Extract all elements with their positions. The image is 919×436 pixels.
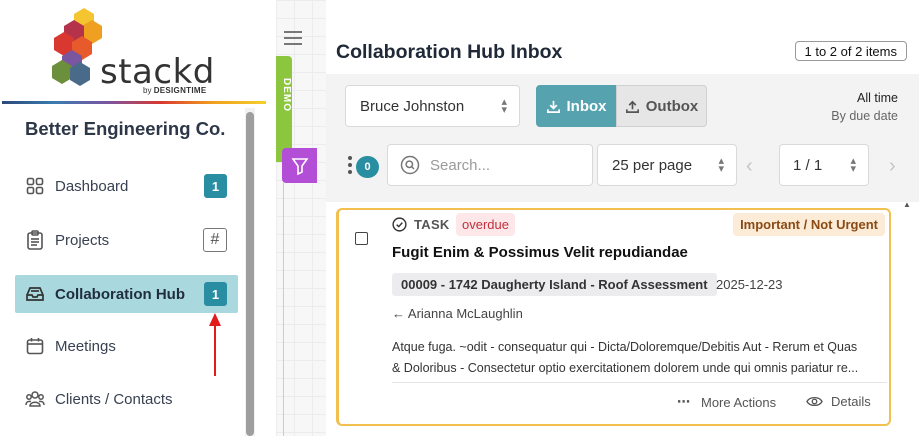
task-type: TASK bbox=[392, 217, 450, 232]
grid-icon bbox=[25, 176, 45, 196]
sidebar-scrollbar-thumb[interactable] bbox=[246, 112, 254, 436]
per-page-select[interactable]: 25 per page ▴ ▾ bbox=[597, 144, 737, 186]
outbox-button[interactable]: Outbox bbox=[616, 85, 707, 127]
time-range: All time bbox=[857, 91, 898, 105]
sidebar-item-projects[interactable]: Projects # bbox=[15, 221, 238, 259]
clipboard-icon bbox=[25, 230, 45, 250]
ellipsis-icon: ⋯ bbox=[677, 394, 691, 409]
filter-bar: Bruce Johnston ▴ ▾ Inbox Outbox All time … bbox=[326, 74, 919, 136]
sidebar-item-dashboard[interactable]: Dashboard 1 bbox=[15, 167, 238, 205]
demo-tab[interactable]: DEMO bbox=[276, 56, 292, 162]
task-type-label: TASK bbox=[414, 217, 450, 232]
page-value: 1 / 1 bbox=[793, 156, 823, 174]
page-title: Collaboration Hub Inbox bbox=[336, 41, 563, 63]
previous-page-icon[interactable]: ‹ bbox=[746, 155, 753, 178]
assignee: ← Arianna McLaughlin bbox=[392, 306, 523, 321]
task-checkbox[interactable] bbox=[355, 232, 368, 245]
sidebar-item-label: Meetings bbox=[55, 337, 116, 355]
inbox-label: Inbox bbox=[566, 97, 607, 115]
sidebar-item-label: Projects bbox=[55, 231, 110, 249]
more-actions-button[interactable]: ⋯ More Actions bbox=[677, 394, 776, 410]
sidebar-item-label: Collaboration Hub bbox=[55, 285, 185, 303]
upload-icon bbox=[625, 100, 639, 113]
search-field[interactable] bbox=[387, 144, 593, 186]
search-icon bbox=[400, 155, 420, 175]
filter-panel-edge bbox=[283, 183, 284, 436]
priority-badge: Important / Not Urgent bbox=[733, 213, 885, 236]
inbox-button[interactable]: Inbox bbox=[536, 85, 616, 127]
brand-divider bbox=[2, 101, 266, 104]
check-circle-icon bbox=[392, 217, 407, 232]
sidebar-item-label: Clients / Contacts bbox=[55, 390, 173, 408]
task-description: Atque fuga. ~odit - consequatur qui - Di… bbox=[392, 337, 887, 379]
item-count-badge: 1 to 2 of 2 items bbox=[794, 41, 907, 61]
people-icon bbox=[25, 389, 45, 409]
count-badge: 1 bbox=[204, 174, 227, 198]
search-input[interactable] bbox=[430, 156, 580, 174]
kebab-menu-icon[interactable] bbox=[348, 156, 352, 177]
details-button[interactable]: Details bbox=[806, 394, 871, 409]
overdue-badge: overdue bbox=[456, 213, 515, 236]
task-title[interactable]: Fugit Enim & Possimus Velit repudiandae bbox=[392, 244, 688, 261]
sidebar-item-clients-contacts[interactable]: Clients / Contacts bbox=[15, 380, 238, 418]
sidebar: stackd by DESIGNTIME Better Engineering … bbox=[0, 0, 266, 436]
card-divider bbox=[392, 382, 887, 383]
company-name: Better Engineering Co. bbox=[25, 118, 226, 139]
brand-byline: by DESIGNTIME bbox=[143, 86, 206, 95]
project-chip[interactable]: 00009 - 1742 Daugherty Island - Roof Ass… bbox=[392, 273, 717, 296]
filter-toggle-button[interactable] bbox=[282, 148, 317, 183]
scroll-up-arrow-icon[interactable]: ▲ bbox=[903, 200, 911, 209]
user-select[interactable]: Bruce Johnston ▴ ▾ bbox=[345, 85, 520, 127]
hamburger-menu-icon[interactable] bbox=[284, 31, 302, 45]
user-select-value: Bruce Johnston bbox=[360, 97, 465, 115]
sidebar-item-meetings[interactable]: Meetings bbox=[15, 327, 238, 365]
next-page-icon[interactable]: › bbox=[889, 155, 896, 178]
task-card[interactable]: TASK overdue Important / Not Urgent Fugi… bbox=[336, 208, 891, 426]
page-select[interactable]: 1 / 1 ▴ ▾ bbox=[779, 144, 869, 186]
demo-label: DEMO bbox=[281, 78, 292, 112]
calendar-icon bbox=[25, 336, 45, 356]
sidebar-item-label: Dashboard bbox=[55, 177, 129, 195]
time-filter[interactable]: All time By due date bbox=[831, 89, 898, 125]
details-label: Details bbox=[831, 394, 871, 409]
due-date: 2025-12-23 bbox=[716, 277, 783, 292]
sort-order: By due date bbox=[831, 109, 898, 123]
description-line: & Doloribus - Consectetur optio exercita… bbox=[392, 361, 859, 375]
more-actions-label: More Actions bbox=[701, 394, 777, 410]
count-badge: 1 bbox=[204, 282, 227, 306]
select-arrows-icon: ▴ ▾ bbox=[501, 96, 507, 116]
stackd-logo[interactable]: stackd by DESIGNTIME bbox=[48, 6, 218, 96]
select-arrows-icon: ▴ ▾ bbox=[850, 155, 856, 175]
outbox-label: Outbox bbox=[645, 97, 699, 115]
download-icon bbox=[546, 100, 560, 113]
sidebar-item-collaboration-hub[interactable]: Collaboration Hub 1 bbox=[15, 275, 238, 313]
filter-funnel-icon bbox=[290, 157, 309, 175]
annotation-arrow-icon bbox=[209, 313, 221, 376]
stacked-cubes-logo-icon bbox=[52, 8, 102, 86]
selected-count-badge: 0 bbox=[356, 156, 379, 178]
eye-icon bbox=[806, 396, 823, 407]
per-page-value: 25 per page bbox=[612, 156, 693, 174]
main-panel: Collaboration Hub Inbox 1 to 2 of 2 item… bbox=[326, 22, 919, 436]
byline-prefix: by bbox=[143, 86, 152, 95]
description-line: Atque fuga. ~odit - consequatur qui - Di… bbox=[392, 340, 858, 354]
select-arrows-icon: ▴ ▾ bbox=[718, 155, 724, 175]
hash-icon[interactable]: # bbox=[203, 228, 227, 252]
byline-brand: DESIGNTIME bbox=[153, 86, 207, 95]
inbox-tray-icon bbox=[25, 284, 45, 304]
list-toolbar: 0 25 per page ▴▾ ‹ 1 / 1 ▴▾ › bbox=[326, 136, 919, 202]
